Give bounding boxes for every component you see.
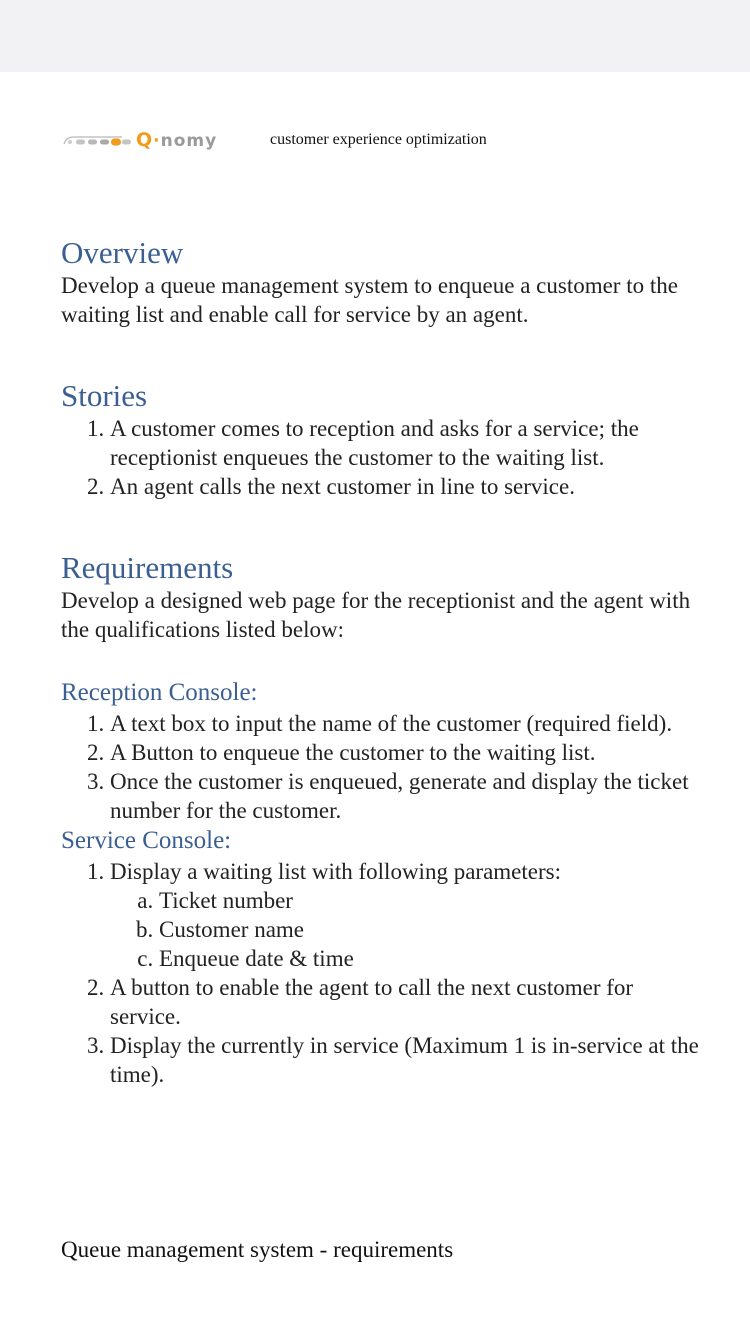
document-body: Overview Develop a queue management syst…: [61, 235, 701, 1089]
overview-text: Develop a queue management system to enq…: [61, 273, 678, 327]
list-item: A Button to enqueue the customer to the …: [110, 738, 701, 767]
list-item: Once the customer is enqueued, generate …: [110, 767, 701, 825]
top-bar: [0, 0, 750, 72]
reception-console-list: A text box to input the name of the cust…: [61, 709, 701, 825]
document-header: Q·nomy customer experience optimization: [62, 128, 487, 152]
list-item: A text box to input the name of the cust…: [110, 709, 701, 738]
reception-console-heading: Reception Console:: [61, 679, 258, 706]
requirements-text: Develop a designed web page for the rece…: [61, 588, 691, 642]
requirements-heading: Requirements: [61, 550, 234, 585]
list-item: An agent calls the next customer in line…: [110, 472, 701, 501]
header-tagline: customer experience optimization: [270, 131, 487, 148]
document-footer: Queue management system - requirements: [61, 1237, 454, 1262]
stories-heading: Stories: [61, 378, 148, 413]
list-item: Enqueue date & time: [159, 944, 701, 973]
list-item: A customer comes to reception and asks f…: [110, 414, 701, 472]
list-item: Customer name: [159, 915, 701, 944]
list-item: Ticket number: [159, 886, 701, 915]
overview-heading: Overview: [61, 235, 184, 270]
parameters-list: Ticket number Customer name Enqueue date…: [110, 886, 701, 973]
service-console-heading: Service Console:: [61, 827, 232, 854]
list-item: A button to enable the agent to call the…: [110, 973, 701, 1031]
list-item: Display the currently in service (Maximu…: [110, 1031, 701, 1089]
document-page: Q·nomy customer experience optimization …: [0, 72, 750, 1334]
logo-wordmark: Q·nomy: [136, 128, 218, 151]
qnomy-logo: Q·nomy: [62, 128, 248, 152]
list-item: Display a waiting list with following pa…: [110, 857, 701, 973]
list-item-text: Display a waiting list with following pa…: [110, 859, 561, 884]
service-console-list: Display a waiting list with following pa…: [61, 857, 701, 1089]
stories-list: A customer comes to reception and asks f…: [61, 414, 701, 501]
logo-signal-icon: [62, 133, 136, 147]
